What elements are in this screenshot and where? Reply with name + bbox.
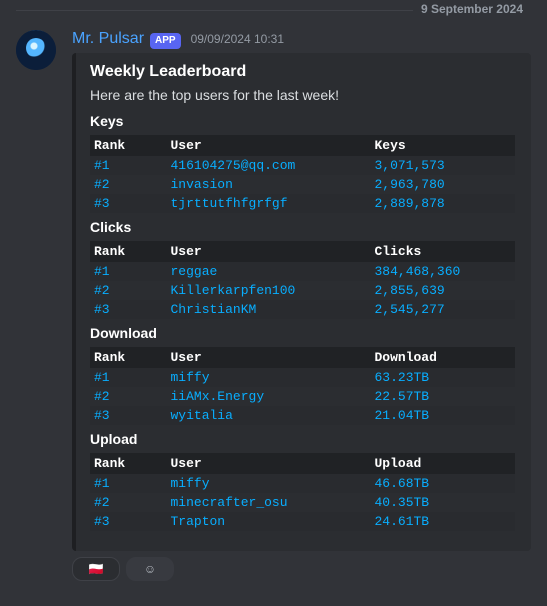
table-row: #2invasion2,963,780: [90, 175, 515, 194]
add-reaction-icon: ☺: [144, 562, 156, 576]
column-header: Keys: [371, 135, 516, 156]
value-cell: 22.57TB: [371, 387, 516, 406]
column-header: Rank: [90, 241, 167, 262]
user-cell: minecrafter_osu: [167, 493, 371, 512]
rank-cell: #3: [90, 406, 167, 425]
rank-cell: #1: [90, 156, 167, 175]
column-header: Rank: [90, 135, 167, 156]
reactions-bar: 🇵🇱 ☺: [72, 557, 531, 581]
rank-cell: #2: [90, 493, 167, 512]
column-header: Clicks: [371, 241, 516, 262]
column-header: User: [167, 453, 371, 474]
value-cell: 2,545,277: [371, 300, 516, 319]
table-row: #3Trapton24.61TB: [90, 512, 515, 531]
value-cell: 24.61TB: [371, 512, 516, 531]
leaderboard-table: RankUserDownload#1miffy63.23TB#2iiAMx.En…: [90, 347, 515, 425]
column-header: User: [167, 135, 371, 156]
user-cell: 416104275@qq.com: [167, 156, 371, 175]
rank-cell: #2: [90, 387, 167, 406]
value-cell: 46.68TB: [371, 474, 516, 493]
table-row: #2minecrafter_osu40.35TB: [90, 493, 515, 512]
value-cell: 40.35TB: [371, 493, 516, 512]
user-cell: invasion: [167, 175, 371, 194]
embed: Weekly Leaderboard Here are the top user…: [72, 53, 531, 551]
rank-cell: #1: [90, 368, 167, 387]
column-header: Rank: [90, 453, 167, 474]
table-row: #3tjrttutfhfgrfgf2,889,878: [90, 194, 515, 213]
column-header: User: [167, 347, 371, 368]
user-cell: Trapton: [167, 512, 371, 531]
rank-cell: #3: [90, 300, 167, 319]
user-cell: iiAMx.Energy: [167, 387, 371, 406]
date-divider: 9 September 2024: [16, 0, 531, 20]
user-cell: ChristianKM: [167, 300, 371, 319]
user-cell: Killerkarpfen100: [167, 281, 371, 300]
add-reaction-button[interactable]: ☺: [126, 557, 174, 581]
column-header: Upload: [371, 453, 516, 474]
table-row: #1miffy63.23TB: [90, 368, 515, 387]
value-cell: 2,855,639: [371, 281, 516, 300]
user-cell: miffy: [167, 368, 371, 387]
date-divider-label: 9 September 2024: [413, 2, 531, 16]
rank-cell: #3: [90, 194, 167, 213]
message: Mr. Pulsar APP 09/09/2024 10:31 Weekly L…: [0, 28, 547, 581]
column-header: User: [167, 241, 371, 262]
message-timestamp: 09/09/2024 10:31: [191, 32, 284, 46]
rank-cell: #1: [90, 474, 167, 493]
section-title: Clicks: [90, 219, 515, 235]
value-cell: 2,963,780: [371, 175, 516, 194]
embed-description: Here are the top users for the last week…: [90, 87, 515, 103]
leaderboard-table: RankUserClicks#1reggae384,468,360#2Kille…: [90, 241, 515, 319]
author-name[interactable]: Mr. Pulsar: [72, 30, 144, 48]
section-title: Upload: [90, 431, 515, 447]
rank-cell: #2: [90, 281, 167, 300]
value-cell: 3,071,573: [371, 156, 516, 175]
leaderboard-table: RankUserUpload#1miffy46.68TB#2minecrafte…: [90, 453, 515, 531]
table-row: #3ChristianKM2,545,277: [90, 300, 515, 319]
leaderboard-table: RankUserKeys#1416104275@qq.com3,071,573#…: [90, 135, 515, 213]
table-row: #2Killerkarpfen1002,855,639: [90, 281, 515, 300]
embed-sections: KeysRankUserKeys#1416104275@qq.com3,071,…: [90, 113, 515, 531]
rank-cell: #3: [90, 512, 167, 531]
column-header: Download: [371, 347, 516, 368]
table-row: #1reggae384,468,360: [90, 262, 515, 281]
value-cell: 63.23TB: [371, 368, 516, 387]
value-cell: 384,468,360: [371, 262, 516, 281]
avatar[interactable]: [16, 30, 56, 70]
message-body: Mr. Pulsar APP 09/09/2024 10:31 Weekly L…: [72, 30, 531, 581]
user-cell: reggae: [167, 262, 371, 281]
user-cell: miffy: [167, 474, 371, 493]
user-cell: tjrttutfhfgrfgf: [167, 194, 371, 213]
user-cell: wyitalia: [167, 406, 371, 425]
table-row: #3wyitalia21.04TB: [90, 406, 515, 425]
reaction-button[interactable]: 🇵🇱: [72, 557, 120, 581]
app-badge: APP: [150, 33, 181, 49]
rank-cell: #1: [90, 262, 167, 281]
flag-icon: 🇵🇱: [89, 562, 104, 576]
embed-title: Weekly Leaderboard: [90, 63, 515, 81]
column-header: Rank: [90, 347, 167, 368]
table-row: #1miffy46.68TB: [90, 474, 515, 493]
rank-cell: #2: [90, 175, 167, 194]
value-cell: 2,889,878: [371, 194, 516, 213]
message-header: Mr. Pulsar APP 09/09/2024 10:31: [72, 30, 531, 49]
table-row: #1416104275@qq.com3,071,573: [90, 156, 515, 175]
value-cell: 21.04TB: [371, 406, 516, 425]
section-title: Download: [90, 325, 515, 341]
table-row: #2iiAMx.Energy22.57TB: [90, 387, 515, 406]
section-title: Keys: [90, 113, 515, 129]
